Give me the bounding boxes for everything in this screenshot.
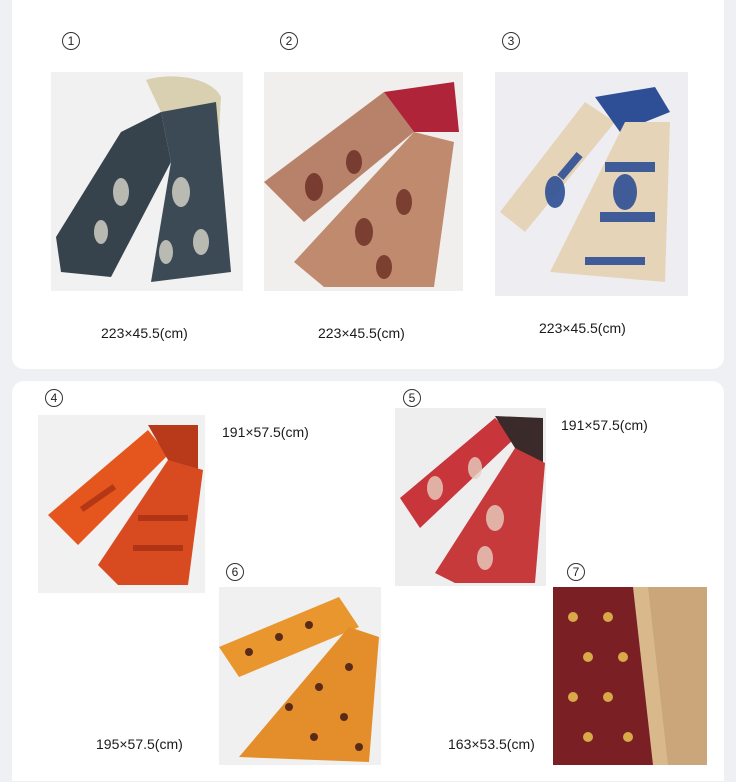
scarf-photo-5[interactable] [395,408,546,586]
scarf-photo-4[interactable] [38,415,205,593]
size-label-5: 191×57.5(cm) [561,417,648,433]
scarf-photo-6[interactable] [219,587,381,765]
scarf-photo-7[interactable] [553,587,707,765]
item-number-1: 1 [62,32,80,50]
scarf-photo-3[interactable] [495,72,688,296]
size-label-6: 195×57.5(cm) [96,736,183,752]
scarf-photo-1[interactable] [51,72,243,291]
item-number-2: 2 [280,32,298,50]
size-label-7: 163×53.5(cm) [448,736,535,752]
item-number-6: 6 [226,563,244,581]
scarf-photo-2[interactable] [264,72,463,291]
size-label-4: 191×57.5(cm) [222,424,309,440]
size-label-2: 223×45.5(cm) [318,325,405,341]
size-label-1: 223×45.5(cm) [101,325,188,341]
size-label-3: 223×45.5(cm) [539,320,626,336]
item-number-3: 3 [502,32,520,50]
item-number-5: 5 [403,389,421,407]
item-number-7: 7 [567,563,585,581]
item-number-4: 4 [45,389,63,407]
